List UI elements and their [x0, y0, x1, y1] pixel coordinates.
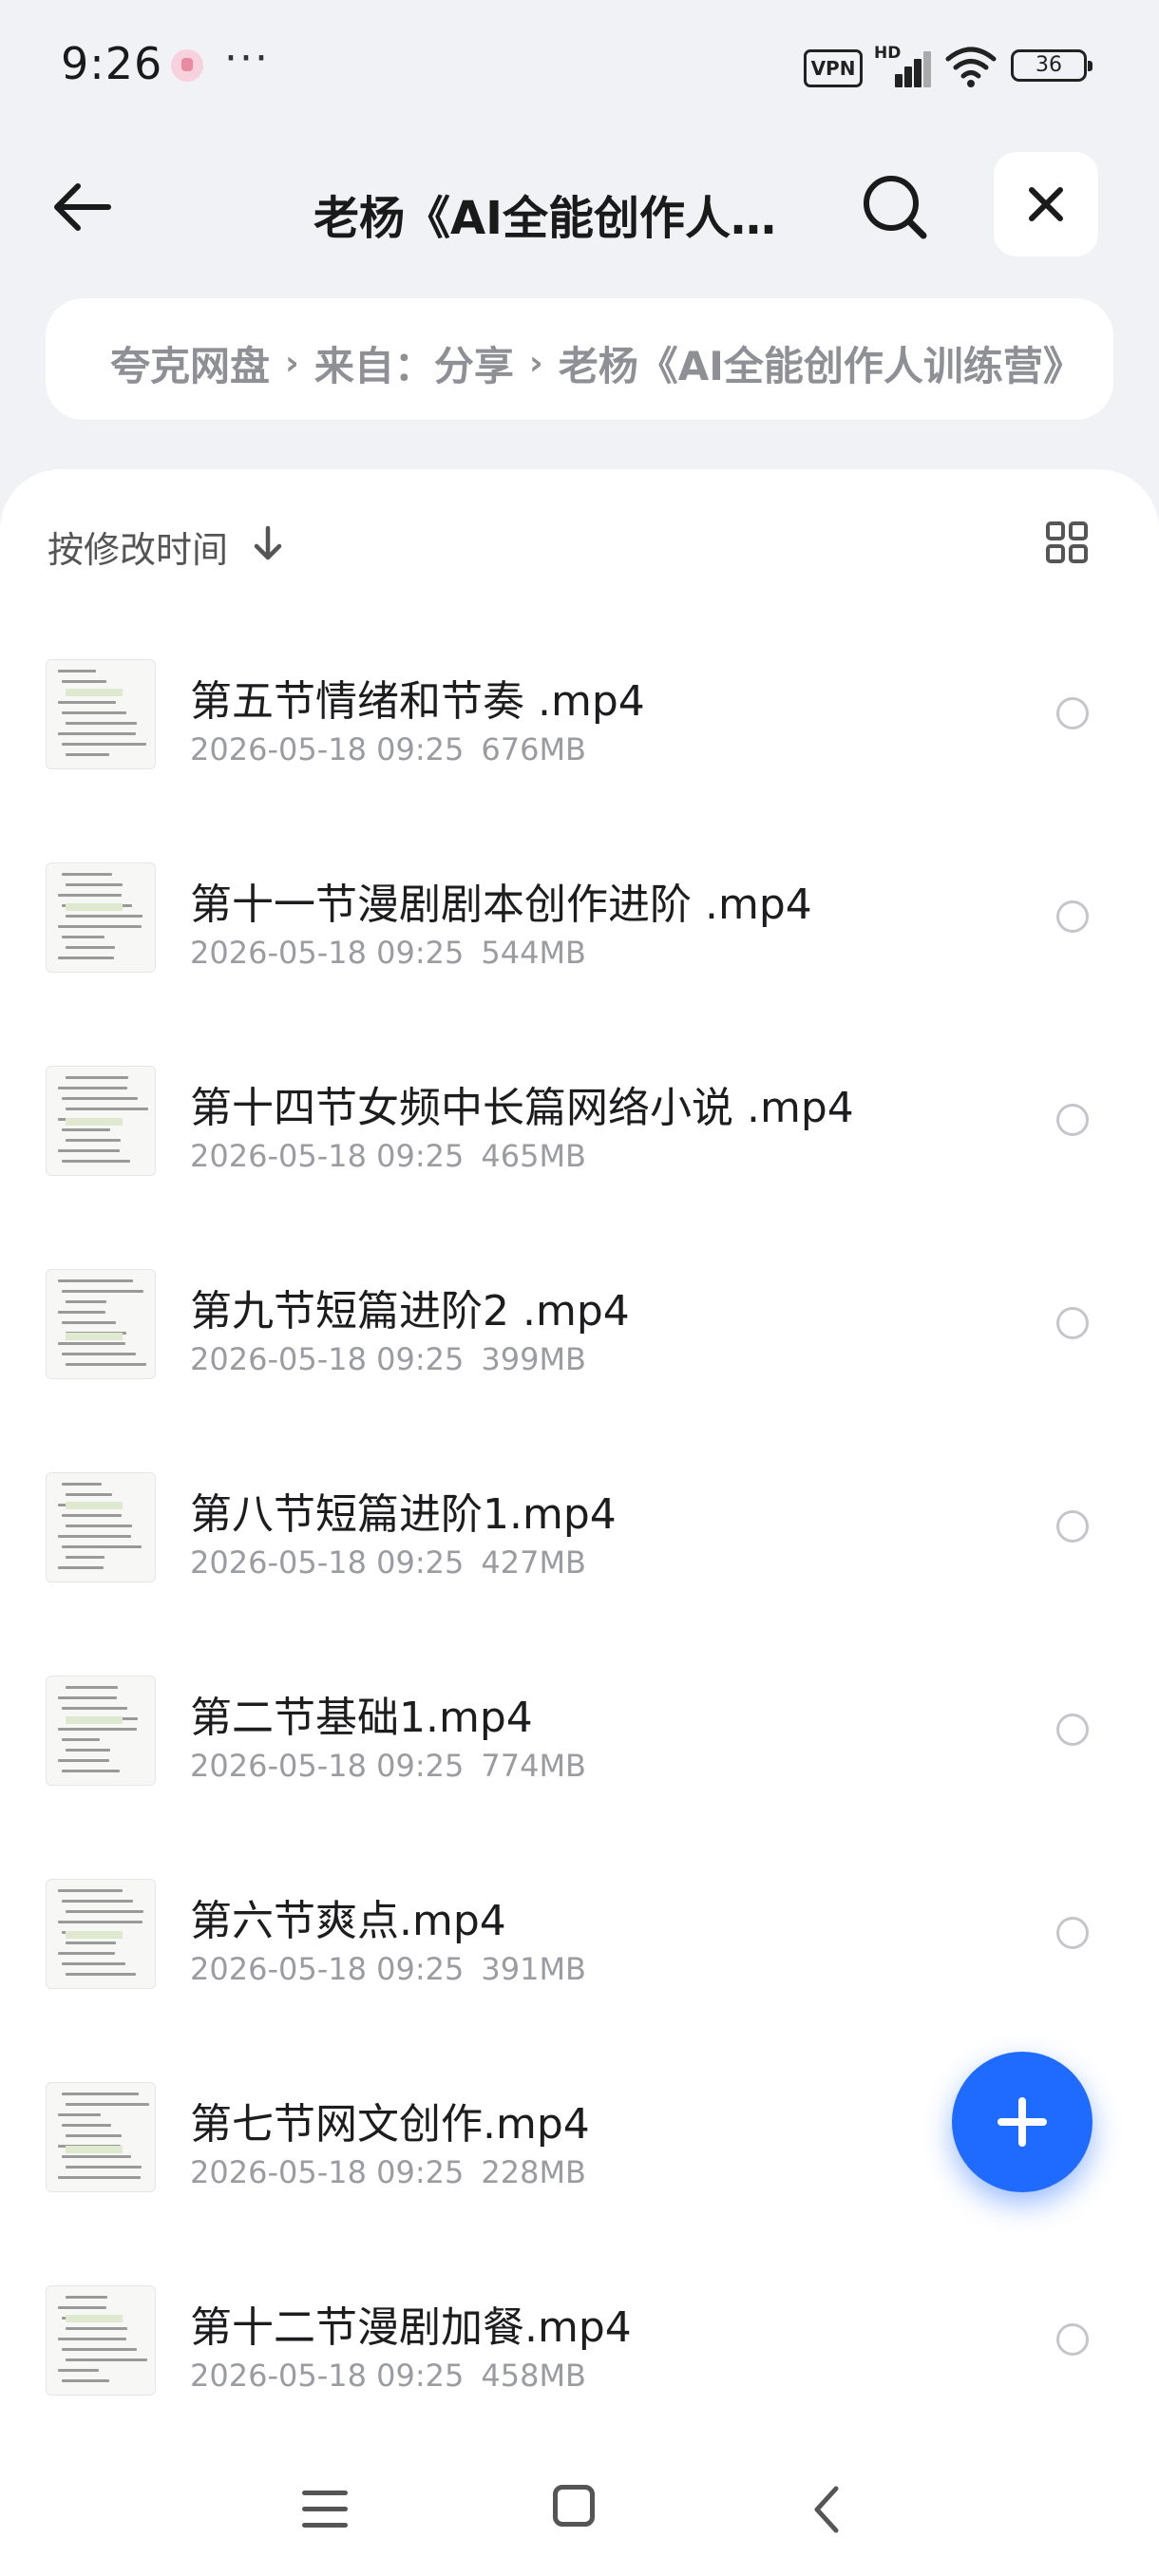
select-checkbox[interactable] — [1056, 1917, 1089, 1949]
select-checkbox[interactable] — [1056, 900, 1089, 933]
video-thumbnail — [46, 1269, 156, 1379]
grid-view-icon[interactable] — [1045, 521, 1089, 564]
file-name: 第十四节女频中长篇网络小说 .mp4 — [190, 1084, 854, 1132]
video-thumbnail — [46, 1676, 156, 1786]
arrow-left-icon — [54, 183, 111, 231]
cellular-signal-icon: HD — [874, 44, 933, 87]
chevron-right-icon: › — [528, 344, 543, 383]
file-date: 2026-05-18 09:25 — [190, 1748, 465, 1784]
search-icon — [864, 176, 927, 239]
file-name: 第五节情绪和节奏 .mp4 — [190, 677, 645, 726]
file-meta: 2026-05-18 09:25 427MB — [190, 1544, 603, 1581]
select-checkbox[interactable] — [1056, 2323, 1089, 2356]
breadcrumb: 夸克网盘 › 来自：分享 › 老杨《AI全能创作人训练营》 — [46, 298, 1113, 420]
file-date: 2026-05-18 09:25 — [190, 1544, 465, 1581]
file-meta: 2026-05-18 09:25 544MB — [190, 935, 603, 971]
file-name: 第八节短篇进阶1.mp4 — [190, 1490, 617, 1539]
select-checkbox[interactable] — [1056, 1510, 1089, 1543]
video-thumbnail — [46, 1472, 156, 1582]
file-meta: 2026-05-18 09:25 465MB — [190, 1138, 603, 1174]
file-name: 第七节网文创作.mp4 — [190, 2100, 590, 2149]
file-meta: 2026-05-18 09:25 774MB — [190, 1748, 603, 1784]
video-thumbnail — [46, 1879, 156, 1989]
list-item[interactable]: 第六节爽点.mp4 2026-05-18 09:25 391MB — [0, 1841, 1159, 2044]
file-name: 第十一节漫剧剧本创作进阶 .mp4 — [190, 881, 812, 929]
chevron-right-icon: › — [285, 344, 299, 383]
file-size: 774MB — [481, 1748, 586, 1784]
vpn-icon: VPN — [804, 49, 863, 87]
file-meta: 2026-05-18 09:25 458MB — [190, 2358, 603, 2394]
sort-button[interactable]: 按修改时间 — [48, 521, 228, 573]
file-name: 第十二节漫剧加餐.mp4 — [190, 2303, 632, 2352]
app-notification-icon — [171, 49, 203, 82]
file-size: 544MB — [481, 935, 586, 971]
file-size: 458MB — [481, 2358, 586, 2394]
file-date: 2026-05-18 09:25 — [190, 2154, 465, 2190]
add-button[interactable] — [952, 2052, 1092, 2192]
page-title: 老杨《AI全能创作人… — [314, 192, 777, 245]
breadcrumb-item-shared[interactable]: 来自：分享 — [314, 334, 514, 388]
system-nav-bar — [0, 2451, 1159, 2576]
list-item[interactable]: 第五节情绪和节奏 .mp4 2026-05-18 09:25 676MB — [0, 621, 1159, 824]
file-name: 第六节爽点.mp4 — [190, 1897, 506, 1945]
list-item[interactable]: 第十二节漫剧加餐.mp4 2026-05-18 09:25 458MB — [0, 2247, 1159, 2451]
hd-label: HD — [874, 44, 902, 63]
file-size: 228MB — [481, 2154, 586, 2190]
video-thumbnail — [46, 2285, 156, 2396]
back-button[interactable] — [46, 169, 122, 245]
battery-icon: 36 — [1011, 49, 1092, 82]
file-date: 2026-05-18 09:25 — [190, 1138, 465, 1174]
file-date: 2026-05-18 09:25 — [190, 731, 465, 767]
list-item[interactable]: 第八节短篇进阶1.mp4 2026-05-18 09:25 427MB — [0, 1434, 1159, 1638]
select-checkbox[interactable] — [1056, 1104, 1089, 1136]
select-checkbox[interactable] — [1056, 1307, 1089, 1339]
file-size: 427MB — [481, 1544, 586, 1581]
search-button[interactable] — [855, 167, 935, 247]
file-meta: 2026-05-18 09:25 676MB — [190, 731, 603, 767]
file-name: 第二节基础1.mp4 — [190, 1694, 533, 1742]
more-notifications-icon: ··· — [224, 34, 270, 83]
file-meta: 2026-05-18 09:25 399MB — [190, 1341, 603, 1377]
breadcrumb-item-current[interactable]: 老杨《AI全能创作人训练营》 — [559, 334, 1083, 388]
file-size: 399MB — [481, 1341, 586, 1377]
file-size: 676MB — [481, 731, 586, 767]
video-thumbnail — [46, 2082, 156, 2192]
list-item[interactable]: 第九节短篇进阶2 .mp4 2026-05-18 09:25 399MB — [0, 1231, 1159, 1434]
list-item[interactable]: 第十一节漫剧剧本创作进阶 .mp4 2026-05-18 09:25 544MB — [0, 824, 1159, 1028]
file-date: 2026-05-18 09:25 — [190, 1341, 465, 1377]
close-icon — [1029, 187, 1063, 221]
list-item[interactable]: 第二节基础1.mp4 2026-05-18 09:25 774MB — [0, 1638, 1159, 1841]
status-time: 9:26 — [61, 38, 163, 89]
video-thumbnail — [46, 659, 156, 769]
close-button[interactable] — [994, 152, 1098, 256]
select-checkbox[interactable] — [1056, 1714, 1089, 1746]
file-meta: 2026-05-18 09:25 391MB — [190, 1951, 603, 1987]
arrow-down-icon[interactable] — [249, 522, 287, 564]
breadcrumb-item-root[interactable]: 夸克网盘 — [110, 334, 270, 388]
file-meta: 2026-05-18 09:25 228MB — [190, 2154, 603, 2190]
video-thumbnail — [46, 862, 156, 973]
file-size: 391MB — [481, 1951, 586, 1987]
wifi-icon — [945, 47, 997, 87]
home-icon[interactable] — [553, 2485, 595, 2527]
list-item[interactable]: 第十四节女频中长篇网络小说 .mp4 2026-05-18 09:25 465MB — [0, 1028, 1159, 1231]
file-size: 465MB — [481, 1138, 586, 1174]
video-thumbnail — [46, 1066, 156, 1176]
file-date: 2026-05-18 09:25 — [190, 935, 465, 971]
back-nav-icon[interactable] — [808, 2483, 846, 2536]
status-bar: 9:26 ··· VPN HD 36 — [0, 0, 1159, 133]
select-checkbox[interactable] — [1056, 697, 1089, 729]
file-name: 第九节短篇进阶2 .mp4 — [190, 1287, 630, 1335]
menu-icon[interactable] — [302, 2487, 348, 2532]
file-date: 2026-05-18 09:25 — [190, 1951, 465, 1987]
file-date: 2026-05-18 09:25 — [190, 2358, 465, 2394]
